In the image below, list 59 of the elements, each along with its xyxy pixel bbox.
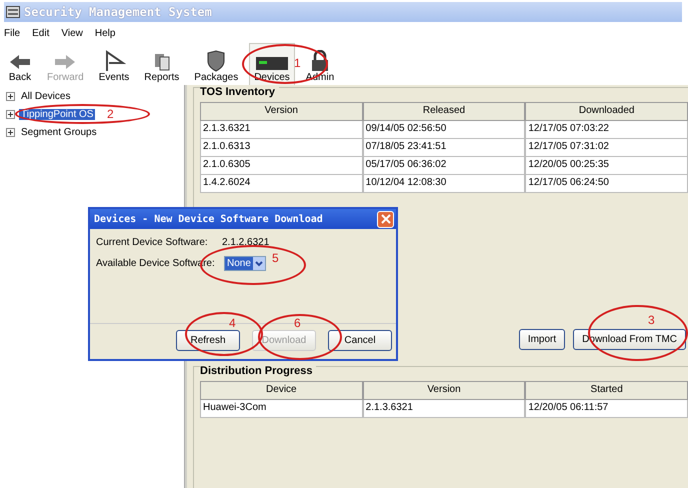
field-label: Current Device Software: xyxy=(96,237,209,248)
window-title: Security Management System xyxy=(24,5,212,19)
annotation-number: 3 xyxy=(648,313,655,327)
expand-icon xyxy=(6,92,15,100)
table-cell: 12/17/05 07:03:22 xyxy=(525,121,688,139)
table-cell: 12/17/05 06:24:50 xyxy=(525,175,688,193)
table-cell: 2.1.3.6321 xyxy=(200,121,363,139)
column-header[interactable]: Started xyxy=(525,381,688,400)
menu-item[interactable]: File xyxy=(4,28,20,39)
table-cell: Huawei-3Com xyxy=(200,400,363,418)
section-title: TOS Inventory xyxy=(200,86,279,98)
column-header[interactable]: Device xyxy=(200,381,363,400)
table-cell: 2.1.3.6321 xyxy=(362,400,526,418)
annotation-number: 2 xyxy=(107,107,114,121)
table-cell: 12/20/05 06:11:57 xyxy=(525,400,688,418)
annotation-number: 6 xyxy=(294,316,301,330)
tree-item[interactable]: TippingPoint OS xyxy=(19,108,96,120)
right-arrow-icon xyxy=(53,52,78,72)
table-cell: 1.4.2.6024 xyxy=(200,175,363,193)
left-arrow-icon xyxy=(8,52,32,72)
menu-item[interactable]: Edit xyxy=(32,28,50,39)
annotation-number: 4 xyxy=(229,316,236,330)
column-header[interactable]: Version xyxy=(362,381,526,400)
column-header[interactable]: Version xyxy=(200,102,363,121)
table-cell: 2.1.0.6305 xyxy=(200,157,363,175)
dialog-button[interactable]: Refresh xyxy=(176,330,240,351)
table-cell: 2.1.0.6313 xyxy=(200,139,363,157)
toolbar-button[interactable]: Back xyxy=(4,43,36,85)
table-cell: 09/14/05 02:56:50 xyxy=(362,121,526,139)
column-header[interactable]: Released xyxy=(362,102,526,121)
menu-item[interactable]: Help xyxy=(94,28,116,39)
toolbar-button[interactable]: Events xyxy=(94,43,134,85)
software-dropdown[interactable]: None xyxy=(224,256,266,271)
tree-item[interactable]: All Devices xyxy=(19,90,72,102)
action-button[interactable]: Import xyxy=(518,329,566,350)
toolbar-button[interactable]: Reports xyxy=(140,43,184,85)
menu-item[interactable]: View xyxy=(61,28,83,39)
section-title: Distribution Progress xyxy=(200,365,316,377)
field-value: 2.1.2.6321 xyxy=(222,237,270,248)
table-cell: 05/17/05 06:36:02 xyxy=(362,157,526,175)
close-button[interactable] xyxy=(377,210,394,228)
annotation-number: 5 xyxy=(272,251,279,265)
device-icon xyxy=(254,54,289,72)
padlock-icon xyxy=(310,50,330,72)
expand-icon xyxy=(6,110,15,118)
dialog-title: Devices - New Device Software Download xyxy=(94,214,323,224)
table-cell: 12/17/05 07:31:02 xyxy=(525,139,688,157)
table-cell: 12/20/05 00:25:35 xyxy=(525,157,688,175)
shield-icon xyxy=(206,50,226,72)
close-icon xyxy=(380,214,390,224)
annotation-number: 1 xyxy=(294,56,301,70)
dialog-button[interactable]: Cancel xyxy=(328,330,392,351)
column-header[interactable]: Downloaded xyxy=(525,102,688,121)
app-icon xyxy=(6,6,20,18)
tree-item[interactable]: Segment Groups xyxy=(19,126,99,138)
table-cell: 07/18/05 23:41:51 xyxy=(362,139,526,157)
expand-icon xyxy=(6,128,15,136)
table-cell: 10/12/04 12:08:30 xyxy=(362,175,526,193)
toolbar-button[interactable]: Packages xyxy=(190,43,242,85)
